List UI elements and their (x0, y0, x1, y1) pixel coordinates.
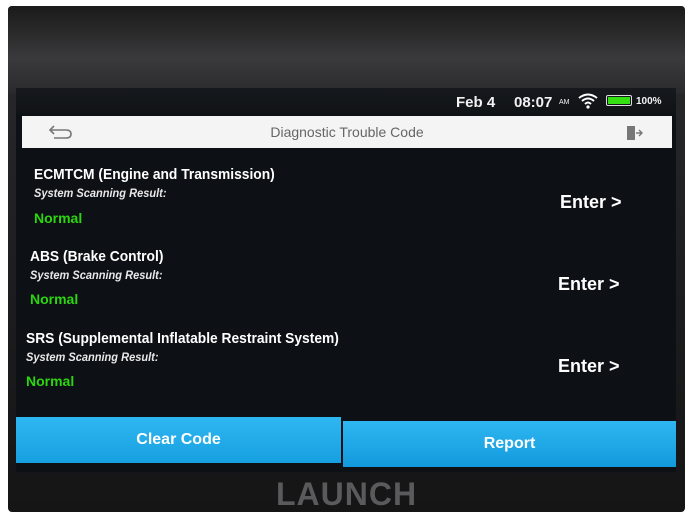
enter-button-abs[interactable]: Enter > (558, 274, 620, 295)
brand-logo: LAUNCH (275, 476, 418, 512)
enter-button-ecmtcm[interactable]: Enter > (560, 192, 622, 213)
system-name: ECMTCM (Engine and Transmission) (34, 166, 275, 183)
status-meridiem: AM (559, 99, 570, 106)
enter-button-srs[interactable]: Enter > (558, 356, 620, 377)
scan-result-status: Normal (34, 210, 83, 226)
scan-result-status: Normal (26, 373, 75, 389)
status-time: 08:07 (514, 94, 553, 111)
battery-level: 100% (636, 96, 662, 107)
battery-fill (608, 97, 630, 104)
scan-result-label: System Scanning Result: (30, 268, 163, 282)
system-row-ecmtcm: ECMTCM (Engine and Transmission) System … (16, 148, 676, 230)
system-name: ABS (Brake Control) (30, 248, 164, 265)
battery-icon (606, 95, 632, 106)
title-bar: Diagnostic Trouble Code (22, 116, 672, 148)
wifi-icon (578, 93, 598, 109)
scan-result-label: System Scanning Result: (34, 186, 167, 200)
scan-tool-device: Feb 4 08:07 AM 100% Diagnostic Trouble C… (8, 6, 685, 512)
screen: Feb 4 08:07 AM 100% Diagnostic Trouble C… (16, 88, 676, 472)
exit-icon[interactable] (624, 123, 644, 143)
status-bar: Feb 4 08:07 AM 100% (16, 88, 676, 114)
scan-result-status: Normal (30, 291, 79, 307)
action-bar: Clear Code Report (16, 417, 676, 467)
scan-result-label: System Scanning Result: (26, 350, 159, 364)
page-title: Diagnostic Trouble Code (270, 124, 424, 140)
clear-code-button[interactable]: Clear Code (16, 417, 341, 463)
status-date: Feb 4 (456, 94, 496, 111)
system-name: SRS (Supplemental Inflatable Restraint S… (26, 330, 339, 347)
system-row-abs: ABS (Brake Control) System Scanning Resu… (16, 230, 676, 312)
system-row-srs: SRS (Supplemental Inflatable Restraint S… (16, 312, 676, 394)
report-button[interactable]: Report (343, 421, 676, 467)
system-list: ECMTCM (Engine and Transmission) System … (16, 148, 676, 394)
device-bezel-top (8, 6, 685, 94)
